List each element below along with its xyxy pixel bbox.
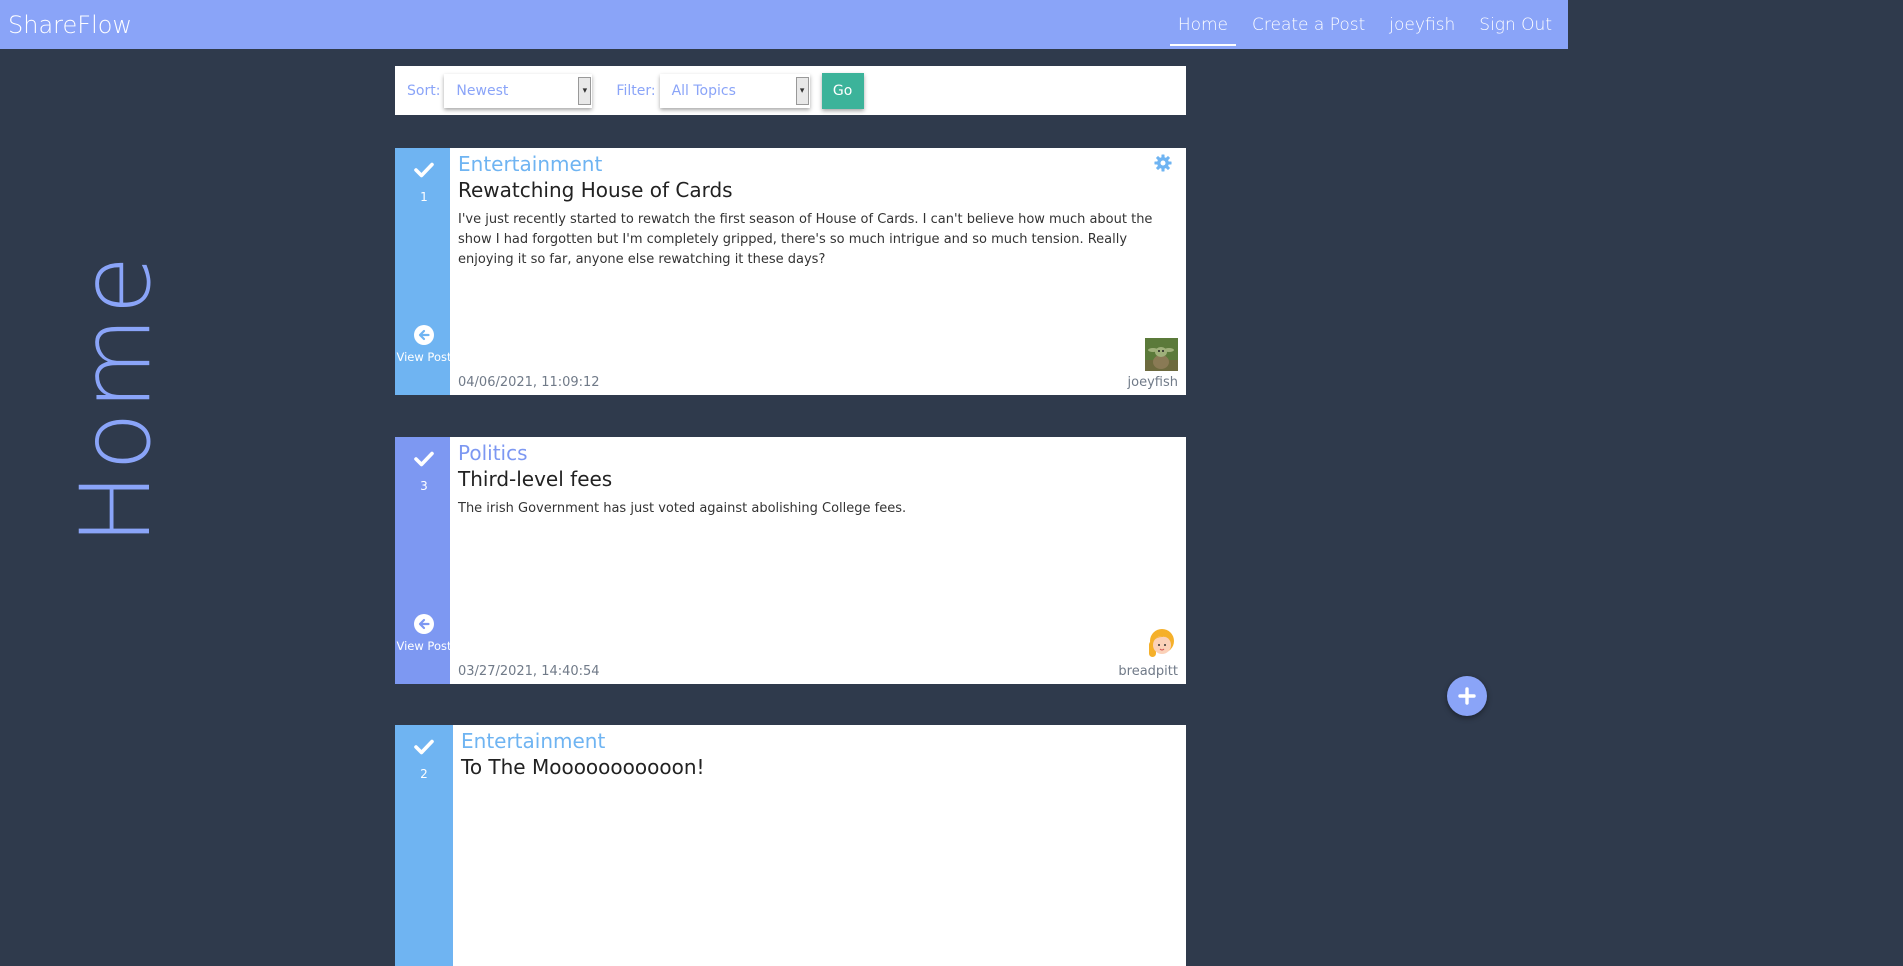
- post-sidebar: 2: [395, 725, 453, 966]
- vote-count: 2: [420, 767, 428, 781]
- nav-profile-link[interactable]: joeyfish: [1381, 0, 1463, 49]
- sort-select-value: Newest: [456, 82, 509, 99]
- post-card: 1 View Post Entertainment Rewatching Hou…: [395, 148, 1186, 395]
- gear-icon[interactable]: [1154, 154, 1172, 172]
- post-text: I've just recently started to rewatch th…: [458, 212, 1153, 267]
- upvote-check-icon[interactable]: [395, 739, 453, 759]
- nav-links: Home Create a Post joeyfish Sign Out: [1162, 0, 1560, 49]
- arrow-left-circle-icon[interactable]: [414, 325, 434, 345]
- chevron-down-icon: ▾: [578, 76, 592, 105]
- post-title: Third-level fees: [458, 467, 613, 491]
- sort-label: Sort:: [407, 82, 441, 99]
- post-sidebar: 3 View Post: [395, 437, 453, 684]
- post-sidebar: 1 View Post: [395, 148, 453, 395]
- brand-logo[interactable]: ShareFlow: [8, 11, 132, 39]
- post-text: The irish Government has just voted agai…: [458, 501, 907, 516]
- filter-select[interactable]: All Topics ▾: [659, 73, 810, 108]
- arrow-left-circle-icon[interactable]: [414, 614, 434, 634]
- view-post-link[interactable]: View Post: [395, 350, 453, 364]
- post-body: Entertainment Rewatching House of Cards …: [450, 148, 1186, 395]
- nav-create-post-link[interactable]: Create a Post: [1244, 0, 1373, 49]
- avatar: [1149, 629, 1174, 657]
- post-topic: Entertainment: [458, 152, 603, 176]
- upvote-check-icon[interactable]: [395, 162, 453, 182]
- filter-label: Filter:: [616, 82, 656, 99]
- sort-select[interactable]: Newest ▾: [444, 73, 593, 108]
- post-card: 3 View Post Politics Third-level fees Th…: [395, 437, 1186, 684]
- nav-sign-out-link[interactable]: Sign Out: [1471, 0, 1560, 49]
- post-topic: Politics: [458, 441, 528, 465]
- post-body: Politics Third-level fees The irish Gove…: [450, 437, 1186, 684]
- nav-home-link[interactable]: Home: [1169, 0, 1237, 49]
- vote-count: 1: [420, 190, 428, 204]
- filter-select-value: All Topics: [671, 82, 736, 99]
- plus-icon: [1458, 687, 1476, 705]
- create-post-fab-button[interactable]: [1447, 676, 1487, 716]
- navbar: ShareFlow Home Create a Post joeyfish Si…: [0, 0, 1568, 49]
- upvote-check-icon[interactable]: [395, 451, 453, 471]
- chevron-down-icon: ▾: [795, 76, 809, 105]
- vote-count: 3: [420, 479, 428, 493]
- post-body: Entertainment To The Mooooooooooon!: [453, 725, 1186, 966]
- post-date: 03/27/2021, 14:40:54: [458, 664, 600, 679]
- post-title: Rewatching House of Cards: [458, 178, 733, 202]
- post-author[interactable]: breadpitt: [1118, 664, 1178, 679]
- go-button[interactable]: Go: [821, 72, 864, 109]
- post-author[interactable]: joeyfish: [1128, 375, 1178, 390]
- filter-bar: Sort: Newest ▾ Filter: All Topics ▾ Go: [395, 66, 1186, 115]
- post-topic: Entertainment: [461, 729, 606, 753]
- post-date: 04/06/2021, 11:09:12: [458, 375, 600, 390]
- view-post-link[interactable]: View Post: [395, 639, 453, 653]
- post-card: 2 Entertainment To The Mooooooooooon!: [395, 725, 1186, 966]
- page-title: Home: [60, 253, 172, 546]
- post-title: To The Mooooooooooon!: [461, 755, 705, 779]
- avatar: [1145, 338, 1178, 371]
